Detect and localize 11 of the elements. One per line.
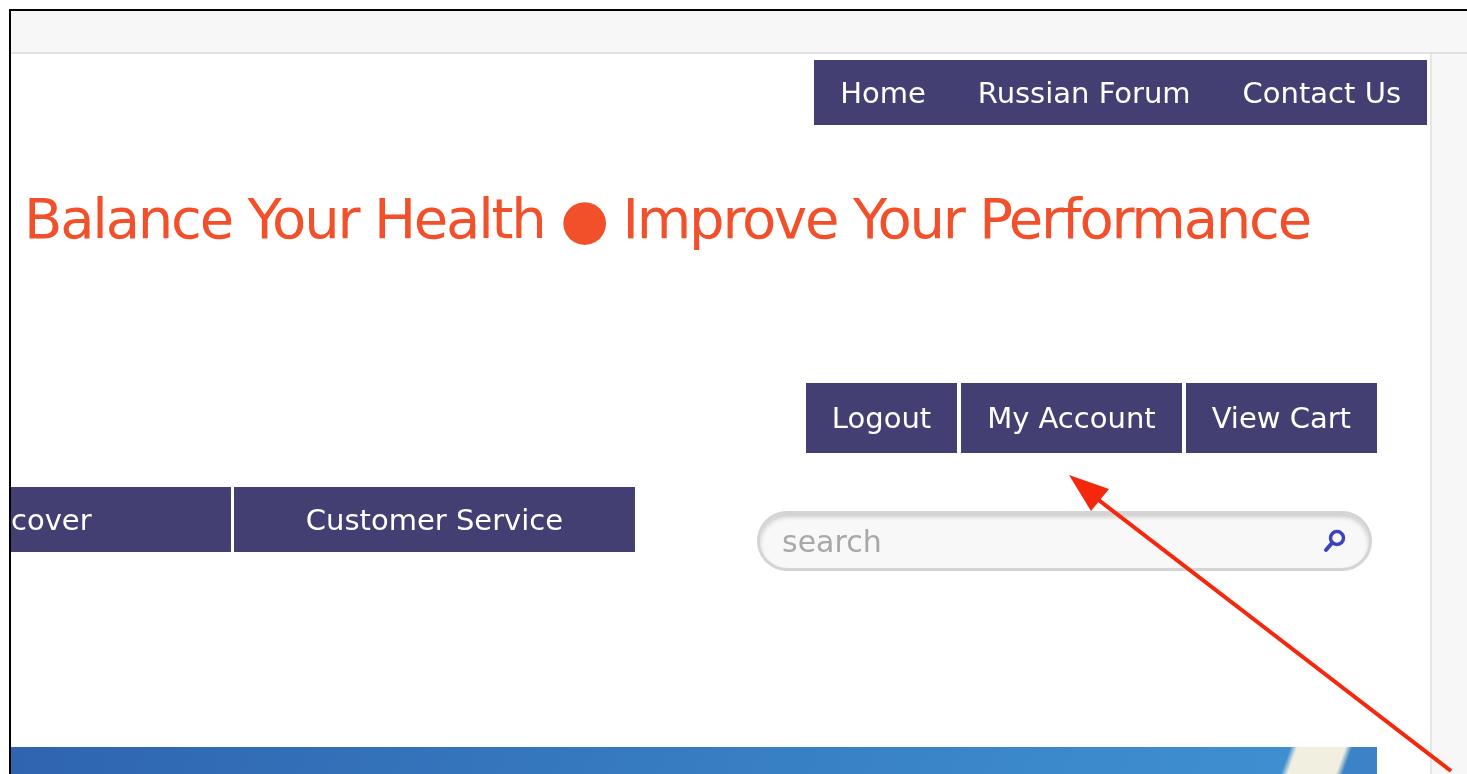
- account-link[interactable]: View Cart: [1185, 383, 1377, 453]
- main-menu-item[interactable]: cover: [11, 487, 231, 552]
- site-tagline: Balance Your Health ● Improve Your Performance: [24, 189, 1310, 249]
- search-icon[interactable]: [1322, 528, 1348, 554]
- account-link[interactable]: Logout: [805, 383, 958, 453]
- search-field[interactable]: search: [757, 511, 1372, 571]
- main-menu-item[interactable]: Customer Service: [234, 487, 635, 552]
- nav-link[interactable]: Home: [814, 60, 952, 125]
- nav-link[interactable]: Russian Forum: [951, 60, 1217, 125]
- nav-link[interactable]: Contact Us: [1216, 60, 1427, 125]
- account-link[interactable]: My Account: [961, 383, 1182, 453]
